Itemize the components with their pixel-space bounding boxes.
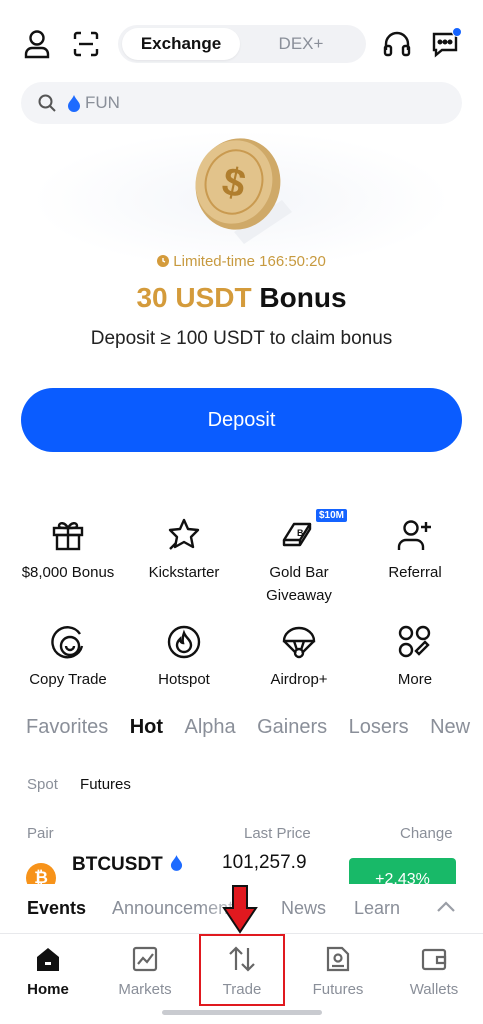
bonus-title: 30 USDT Bonus — [0, 282, 483, 314]
nav-home[interactable]: Home — [0, 943, 96, 998]
quick-more[interactable]: More — [355, 622, 475, 691]
clock-icon — [157, 255, 170, 267]
futures-icon — [326, 946, 350, 972]
star-rocket-icon — [168, 518, 200, 550]
flame-icon — [167, 625, 201, 659]
chart-icon — [132, 946, 158, 972]
nav-label: Futures — [312, 981, 364, 998]
btc-logo-icon: ₿ — [26, 863, 56, 884]
quick-label: More — [397, 671, 433, 688]
parachute-icon — [282, 626, 316, 659]
nav-label: Home — [27, 981, 69, 998]
wallet-icon — [421, 948, 447, 971]
quick-label: Copy Trade — [29, 671, 107, 688]
quick-label: Airdrop+ — [270, 671, 328, 688]
pair-symbol: BTCUSDT — [72, 854, 163, 875]
home-icon — [37, 948, 59, 971]
headset-icon[interactable] — [381, 28, 413, 60]
tab-hot[interactable]: Hot — [130, 716, 163, 738]
tab-losers[interactable]: Losers — [349, 716, 409, 738]
flame-drop-icon — [68, 95, 80, 112]
bonus-word: Bonus — [259, 282, 347, 313]
bonus-amount: 30 USDT — [136, 282, 252, 313]
quick-label: Gold Bar Giveaway — [266, 564, 332, 604]
quick-kickstarter[interactable]: Kickstarter — [124, 515, 244, 584]
quick-gold-bar[interactable]: B Gold Bar Giveaway — [239, 515, 359, 607]
column-pair[interactable]: Pair — [27, 825, 54, 842]
tab-new[interactable]: New — [430, 716, 470, 738]
annotation-highlight-box — [199, 934, 285, 1006]
profile-icon[interactable] — [21, 28, 53, 60]
search-icon — [38, 94, 56, 112]
dex-tab[interactable]: DEX+ — [242, 28, 360, 60]
top-bar: Exchange DEX+ — [0, 24, 483, 66]
tab-learn[interactable]: Learn — [354, 898, 400, 919]
prize-badge: $10M — [316, 509, 348, 522]
scan-icon[interactable] — [70, 28, 102, 60]
market-tabs: Favorites Hot Alpha Gainers Losers New — [26, 716, 483, 746]
column-change[interactable]: Change — [400, 825, 453, 842]
quick-label: $8,000 Bonus — [21, 564, 115, 581]
quick-bonus[interactable]: $8,000 Bonus — [8, 515, 128, 584]
search-placeholder: FUN — [85, 93, 120, 112]
limited-text: Limited-time — [173, 253, 255, 270]
quick-hotspot[interactable]: Hotspot — [124, 622, 244, 691]
nav-futures[interactable]: Futures — [290, 943, 386, 998]
tab-gainers[interactable]: Gainers — [257, 716, 327, 738]
subtab-spot[interactable]: Spot — [27, 776, 58, 793]
coin-illustration: $ — [195, 138, 292, 244]
last-price: 101,257.9 — [222, 852, 307, 873]
quick-label: Hotspot — [158, 671, 210, 688]
tab-events[interactable]: Events — [27, 898, 86, 919]
subtab-futures[interactable]: Futures — [80, 776, 131, 793]
bonus-subtitle: Deposit ≥ 100 USDT to claim bonus — [90, 328, 393, 349]
quick-copy-trade[interactable]: Copy Trade — [8, 622, 128, 691]
deposit-button[interactable]: Deposit — [21, 388, 462, 452]
nav-markets[interactable]: Markets — [97, 943, 193, 998]
copy-trade-icon — [51, 626, 84, 659]
quick-airdrop[interactable]: Airdrop+ — [239, 622, 359, 691]
svg-text:B: B — [297, 528, 304, 538]
nav-label: Markets — [118, 981, 172, 998]
quick-label: Kickstarter — [148, 564, 220, 581]
table-row[interactable]: ₿ BTCUSDT 101,257.9 +2.43% — [0, 850, 483, 884]
column-last-price[interactable]: Last Price — [244, 825, 311, 842]
flame-drop-icon — [170, 855, 183, 871]
change-badge[interactable]: +2.43% — [349, 858, 456, 884]
market-sub-tabs: Spot Futures — [27, 776, 149, 793]
grid-more-icon — [398, 625, 431, 658]
search-bar[interactable]: FUN — [21, 82, 462, 124]
quick-referral[interactable]: Referral — [355, 515, 475, 584]
tab-alpha[interactable]: Alpha — [184, 716, 235, 738]
quick-label: Referral — [388, 564, 442, 581]
tab-news[interactable]: News — [281, 898, 326, 919]
limited-time-label: Limited-time 166:50:20 — [0, 253, 483, 270]
countdown: 166:50:20 — [259, 253, 326, 270]
annotation-arrow-icon — [222, 885, 258, 934]
tab-favorites[interactable]: Favorites — [26, 716, 108, 738]
nav-wallets[interactable]: Wallets — [386, 943, 482, 998]
exchange-dex-switch: Exchange DEX+ — [118, 25, 366, 63]
exchange-tab[interactable]: Exchange — [122, 28, 240, 60]
notification-dot — [452, 27, 462, 37]
home-indicator — [162, 1010, 322, 1015]
pair-name: BTCUSDT — [72, 854, 183, 876]
gold-bar-icon: B — [282, 522, 312, 547]
add-user-icon — [397, 520, 431, 550]
nav-label: Wallets — [409, 981, 459, 998]
gift-icon — [52, 522, 84, 551]
chevron-up-icon[interactable] — [436, 900, 456, 914]
